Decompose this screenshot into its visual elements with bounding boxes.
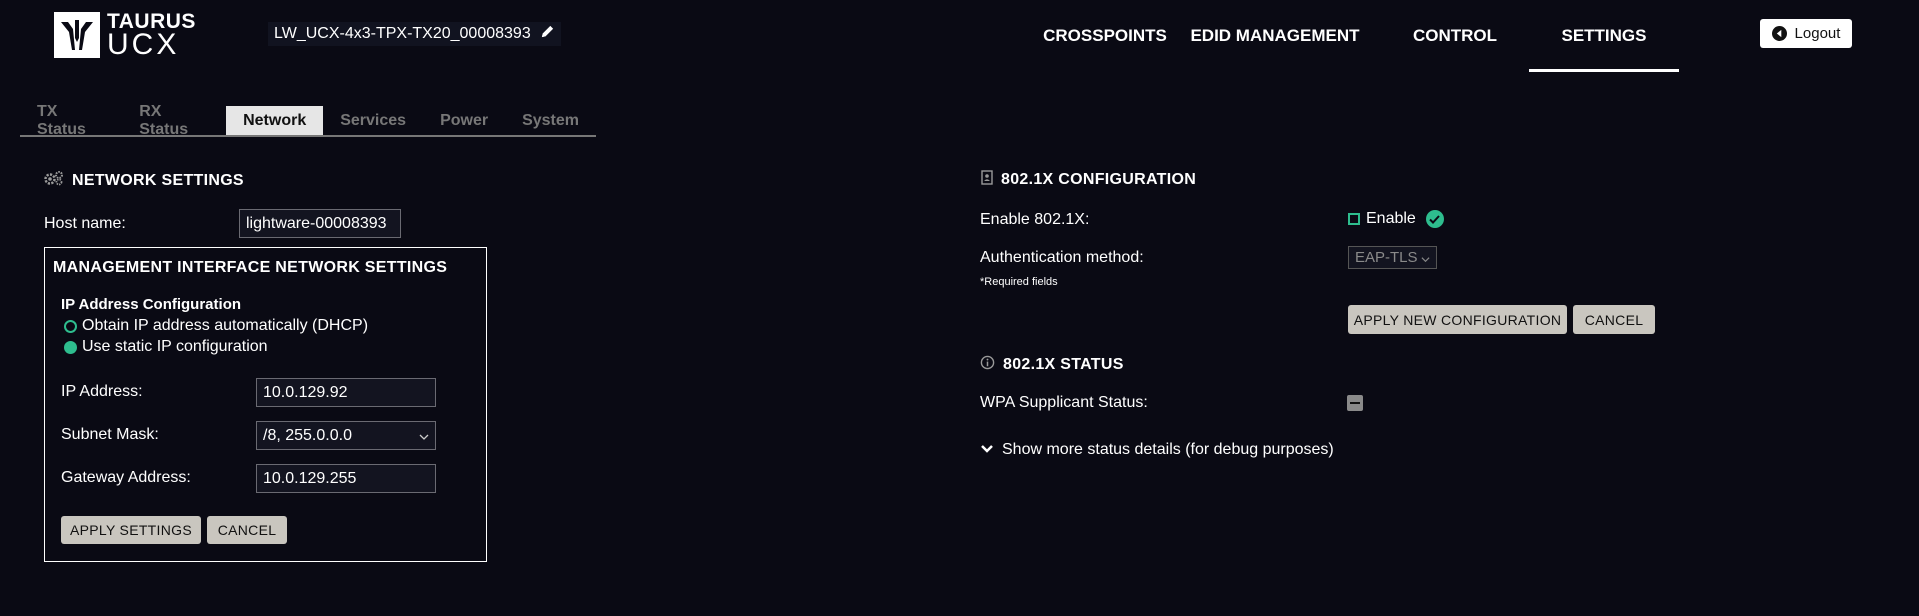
cancel-settings-button[interactable]: CANCEL: [207, 516, 287, 544]
device-name-label: LW_UCX-4x3-TPX-TX20_00008393: [274, 25, 531, 42]
radio-circle-icon: [64, 319, 77, 333]
gears-icon: [44, 170, 64, 191]
logo-text-ucx: UCX: [107, 27, 180, 61]
check-circle-icon: [1425, 210, 1444, 228]
dhcp-radio-label: Obtain IP address automatically (DHCP): [82, 317, 369, 334]
top-bar: TAURUS UCX LW_UCX-4x3-TPX-TX20_00008393 …: [0, 0, 1919, 72]
nav-control[interactable]: CONTROL: [1395, 0, 1515, 72]
ip-config-title: IP Address Configuration: [61, 296, 242, 313]
required-fields-note: *Required fields: [980, 276, 1058, 288]
enable-dot1x-label: Enable 802.1X:: [980, 211, 1090, 228]
dot1x-config-title-text: 802.1X CONFIGURATION: [1001, 171, 1197, 188]
show-more-details-label: Show more status details (for debug purp…: [1002, 441, 1334, 458]
subnet-mask-select[interactable]: /8, 255.0.0.0: [256, 421, 436, 450]
dot1x-config-title: 802.1X CONFIGURATION: [981, 170, 1196, 190]
checkbox-icon: [1348, 213, 1360, 225]
management-interface-title: MANAGEMENT INTERFACE NETWORK SETTINGS: [53, 259, 448, 276]
pencil-icon[interactable]: [540, 24, 555, 44]
tab-tx-status[interactable]: TX Status: [20, 103, 122, 138]
tab-rx-status[interactable]: RX Status: [122, 103, 226, 138]
dot1x-status-title: 802.1X STATUS: [980, 355, 1124, 375]
device-name-field[interactable]: LW_UCX-4x3-TPX-TX20_00008393: [268, 22, 561, 46]
apply-new-config-button[interactable]: APPLY NEW CONFIGURATION: [1348, 305, 1567, 334]
wpa-supplicant-label: WPA Supplicant Status:: [980, 394, 1148, 411]
subnet-mask-value: /8, 255.0.0.0: [263, 426, 352, 444]
info-icon: [980, 355, 995, 375]
logout-button[interactable]: Logout: [1760, 19, 1852, 48]
tab-power[interactable]: Power: [423, 106, 505, 135]
subnet-mask-label: Subnet Mask:: [61, 426, 159, 443]
tab-services[interactable]: Services: [323, 106, 423, 135]
tab-network[interactable]: Network: [226, 106, 324, 135]
show-more-details-toggle[interactable]: Show more status details (for debug purp…: [980, 441, 1334, 459]
apply-settings-button[interactable]: APPLY SETTINGS: [61, 516, 201, 544]
taurus-ucx-logo[interactable]: TAURUS UCX: [54, 11, 196, 61]
logout-label: Logout: [1794, 25, 1841, 42]
static-ip-radio[interactable]: Use static IP configuration: [64, 338, 268, 356]
management-interface-box: MANAGEMENT INTERFACE NETWORK SETTINGS IP…: [44, 247, 487, 562]
id-card-icon: [981, 170, 993, 190]
dot1x-status-title-text: 802.1X STATUS: [1003, 356, 1124, 373]
ip-address-input[interactable]: 10.0.129.92: [256, 378, 436, 407]
host-name-label: Host name:: [44, 215, 126, 232]
cancel-config-button[interactable]: CANCEL: [1573, 305, 1655, 334]
tab-system[interactable]: System: [505, 106, 596, 135]
ip-address-label: IP Address:: [61, 383, 143, 400]
auth-method-label: Authentication method:: [980, 249, 1144, 266]
auth-method-value: EAP-TLS: [1355, 249, 1418, 266]
dhcp-radio[interactable]: Obtain IP address automatically (DHCP): [64, 317, 368, 335]
chevron-down-icon: [1421, 249, 1430, 266]
settings-tabs: TX Status RX Status Network Services Pow…: [20, 103, 596, 138]
gateway-address-label: Gateway Address:: [61, 469, 191, 486]
minus-square-icon: [1347, 395, 1363, 411]
nav-settings[interactable]: SETTINGS: [1529, 0, 1679, 72]
nav-edid-management[interactable]: EDID MANAGEMENT: [1190, 0, 1360, 72]
host-name-input[interactable]: lightware-00008393: [239, 209, 401, 238]
gateway-address-input[interactable]: 10.0.129.255: [256, 464, 436, 493]
radio-filled-icon: [64, 340, 77, 354]
enable-checkbox-label: Enable: [1366, 210, 1416, 227]
logo-mark-icon: [54, 12, 100, 58]
back-arrow-icon: [1771, 26, 1787, 41]
auth-method-select[interactable]: EAP-TLS: [1348, 246, 1437, 269]
network-settings-title-text: NETWORK SETTINGS: [72, 171, 244, 189]
chevron-down-icon: [980, 441, 994, 459]
static-ip-radio-label: Use static IP configuration: [82, 338, 268, 355]
nav-crosspoints[interactable]: CROSSPOINTS: [1040, 0, 1170, 72]
chevron-down-icon: [419, 427, 429, 445]
enable-dot1x-checkbox[interactable]: Enable: [1348, 210, 1444, 228]
network-settings-title: NETWORK SETTINGS: [44, 170, 244, 191]
